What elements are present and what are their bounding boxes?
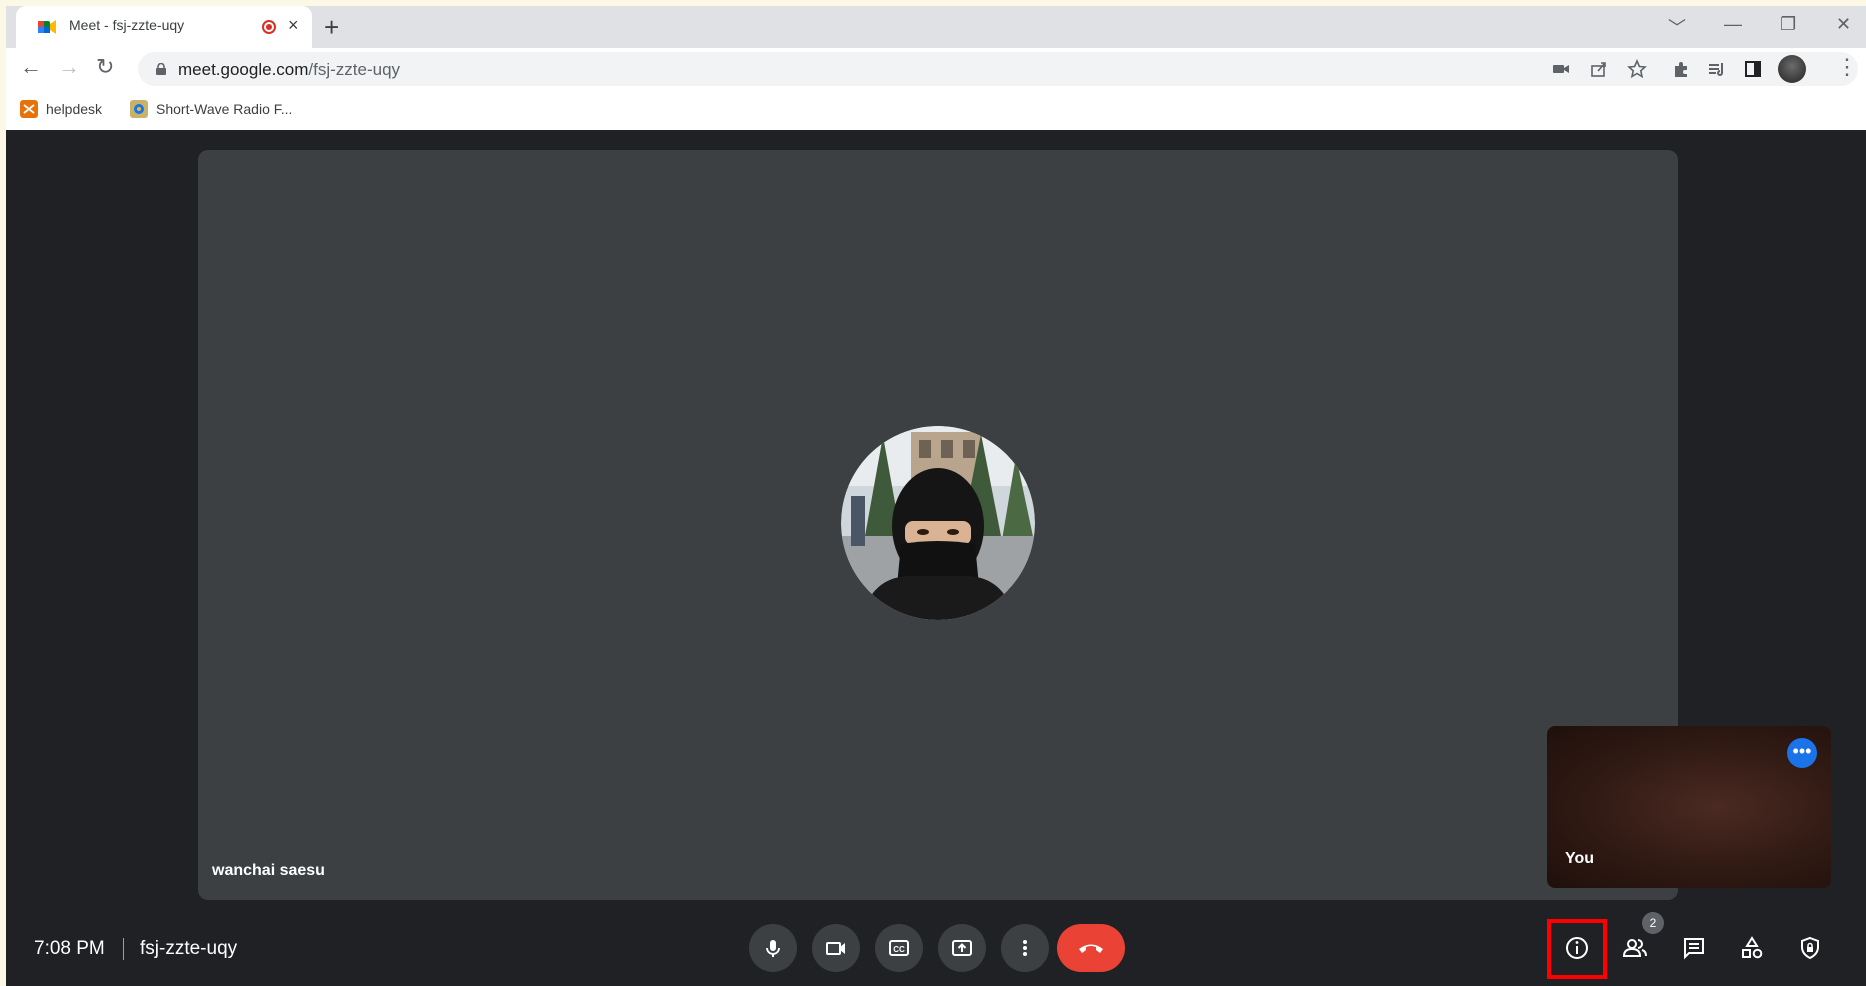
divider (123, 938, 124, 960)
bookmark-short-wave-radio[interactable]: Short-Wave Radio F... (130, 100, 292, 118)
browser-toolbar: ← → ↻ meet.google.com/fsj-zzte-uqy ⋮ (6, 48, 1866, 90)
profile-avatar[interactable] (1778, 55, 1806, 83)
bookmark-label: Short-Wave Radio F... (156, 101, 293, 117)
bookmark-star-icon[interactable] (1626, 58, 1648, 80)
more-vertical-icon (1023, 940, 1027, 956)
radio-icon (130, 100, 148, 118)
meeting-code: fsj-zzte-uqy (140, 938, 238, 959)
self-label: You (1565, 850, 1595, 867)
camera-button[interactable] (812, 924, 860, 972)
extensions-icon[interactable] (1670, 58, 1692, 80)
meeting-time: 7:08 PM (34, 938, 105, 959)
tab-search-button[interactable]: ﹀ (1668, 14, 1686, 40)
participant-avatar (841, 426, 1035, 620)
new-tab-button[interactable]: + (324, 12, 339, 43)
url-text: meet.google.com/fsj-zzte-uqy (178, 60, 400, 80)
helpdesk-icon (20, 100, 38, 118)
meet-favicon-icon (38, 20, 56, 34)
hang-up-icon (1079, 944, 1103, 953)
microphone-button[interactable] (749, 924, 797, 972)
leave-call-button[interactable] (1057, 924, 1125, 972)
present-icon (952, 940, 972, 956)
bookmark-label: helpdesk (46, 101, 103, 117)
shield-lock-icon (1801, 936, 1819, 960)
close-window-button[interactable]: ✕ (1836, 14, 1851, 35)
svg-text:CC: CC (893, 945, 905, 954)
activities-icon (1742, 936, 1763, 959)
camera-indicator-icon[interactable] (1550, 58, 1572, 80)
self-view-tile: ••• You (1547, 726, 1831, 888)
lock-icon (156, 63, 166, 75)
camera-icon (826, 942, 845, 955)
url-path: /fsj-zzte-uqy (308, 60, 401, 79)
reload-button[interactable]: ↻ (96, 56, 114, 78)
minimize-button[interactable]: — (1724, 14, 1742, 35)
captions-icon: CC (889, 940, 909, 956)
activities-button[interactable] (1730, 926, 1774, 970)
present-screen-button[interactable] (938, 924, 986, 972)
participant-name: wanchai saesu (212, 862, 325, 879)
tab-meet[interactable]: Meet - fsj-zzte-uqy × (16, 6, 312, 48)
info-icon (1566, 937, 1588, 959)
microphone-icon (766, 940, 780, 957)
url-host: meet.google.com (178, 60, 309, 79)
media-control-icon[interactable] (1706, 58, 1728, 80)
share-icon[interactable] (1588, 58, 1610, 80)
tab-close-button[interactable]: × (288, 15, 299, 36)
meet-stage: wanchai saesu ••• You 7:08 PM fsj-zzte-u… (6, 130, 1866, 986)
side-panel-icon[interactable] (1742, 58, 1764, 80)
chat-button[interactable] (1672, 926, 1716, 970)
restore-button[interactable]: ❐ (1780, 14, 1796, 35)
captions-button[interactable]: CC (875, 924, 923, 972)
bookmark-helpdesk[interactable]: helpdesk (20, 100, 102, 118)
people-icon (1622, 939, 1647, 957)
chat-icon (1684, 938, 1704, 960)
participants-count-badge: 2 (1642, 912, 1664, 934)
bookmarks-bar: helpdesk Short-Wave Radio F... (6, 90, 1866, 131)
meeting-details-button[interactable] (1555, 926, 1599, 970)
back-button[interactable]: ← (20, 56, 42, 78)
participant-tile: wanchai saesu (198, 150, 1678, 900)
more-options-menu-button[interactable] (1001, 924, 1049, 972)
more-options-button[interactable]: ••• (1787, 738, 1817, 768)
tab-strip: Meet - fsj-zzte-uqy × + ﹀ — ❐ ✕ (6, 6, 1866, 48)
forward-button[interactable]: → (58, 56, 80, 78)
recording-icon (262, 20, 276, 34)
tab-title: Meet - fsj-zzte-uqy (69, 17, 185, 33)
host-controls-button[interactable] (1788, 926, 1832, 970)
browser-menu-icon[interactable]: ⋮ (1836, 56, 1858, 78)
browser-window: Meet - fsj-zzte-uqy × + ﹀ — ❐ ✕ ← → ↻ me… (6, 6, 1866, 986)
